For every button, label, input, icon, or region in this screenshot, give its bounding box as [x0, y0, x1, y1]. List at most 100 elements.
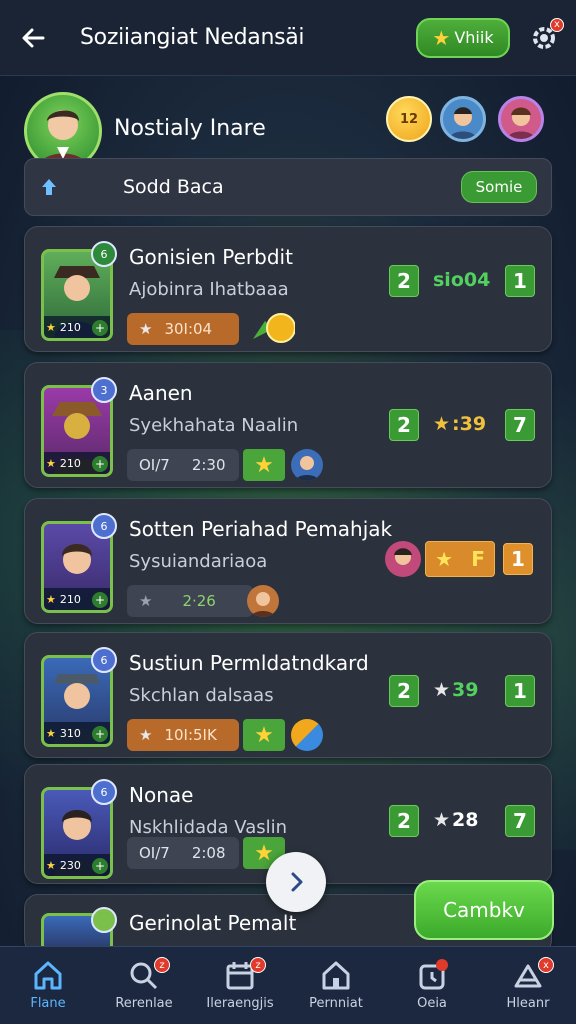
card-subtitle: Sysuiandariaoa — [129, 551, 268, 572]
count-left: 2 — [389, 265, 419, 297]
score-value: 39 — [452, 679, 479, 701]
count-right: 1 — [505, 265, 535, 297]
nav-label: Rerenlae — [115, 996, 173, 1011]
star-icon: ★ — [433, 679, 451, 701]
timer-value: 10I:5IK — [164, 726, 217, 744]
rank-badge: 6 — [91, 513, 117, 539]
nav-label: Flane — [30, 996, 66, 1011]
nav-item-trophy[interactable]: x Hleanr — [480, 947, 576, 1024]
count-right: 1 — [503, 543, 533, 575]
star-icon: ★ — [433, 809, 451, 831]
social-button[interactable]: Somie — [461, 171, 537, 203]
star-box: ★ — [243, 449, 285, 481]
timer-value: 2:08 — [191, 844, 226, 862]
vip-label: Vhiik — [454, 28, 494, 47]
nav-item-house[interactable]: Pernniat — [288, 947, 384, 1024]
list-item[interactable]: ★ 210 + 3 Aanen Syekhahata Naalin OI/7 2:… — [24, 362, 552, 488]
coin-badge[interactable]: 12 — [386, 96, 432, 142]
top-bar: Soziiangiat Nedansäi ★ Vhiik x — [0, 0, 576, 76]
card-subtitle: Syekhahata Naalin — [129, 415, 299, 436]
nav-label: Oeia — [417, 996, 447, 1011]
friend-avatar-2[interactable] — [498, 96, 544, 142]
timer-value: 30I:04 — [164, 320, 213, 338]
pin-icon — [42, 179, 56, 195]
card-title: Sotten Periahad Pemahjak — [129, 517, 393, 541]
social-label: Sodd Baca — [123, 176, 224, 198]
timer-pill: ★ 30I:04 — [127, 313, 239, 345]
nav-badge: x — [538, 957, 554, 973]
nav-dot — [436, 959, 448, 971]
rank-badge: 6 — [91, 241, 117, 267]
orb-icon — [291, 719, 323, 751]
friend-avatar-1[interactable] — [440, 96, 486, 142]
gold-coin-icon — [251, 311, 296, 345]
star-icon: ★ — [46, 726, 56, 740]
card-subtitle: Nskhlidada Vaslin — [129, 817, 288, 838]
plus-icon: + — [92, 456, 108, 472]
cta-button[interactable]: Cambkv — [414, 880, 554, 940]
rank-badge: 6 — [91, 779, 117, 805]
card-title: Gonisien Perbdit — [129, 245, 293, 269]
card-title: Sustiun Permldatndkard — [129, 651, 369, 675]
mini-avatar — [291, 449, 323, 481]
card-title: Gerinolat Pemalt — [129, 911, 297, 935]
score-display: ★ 39 — [433, 679, 479, 701]
count-left: 2 — [389, 409, 419, 441]
timer-pill: ★ 2·26 — [127, 585, 253, 617]
star-icon: ★ — [46, 320, 56, 334]
player-level: 310 — [59, 726, 81, 740]
settings-button[interactable]: x — [526, 17, 564, 56]
score-display: ★ 28 — [433, 809, 479, 831]
timer-label: OI/7 — [139, 456, 170, 474]
page-title: Soziiangiat Nedansäi — [80, 25, 305, 50]
star-icon: ★ — [139, 726, 153, 744]
nav-item-alarm[interactable]: Oeia — [384, 947, 480, 1024]
back-button[interactable] — [16, 21, 50, 55]
star-icon: ★ — [139, 320, 153, 338]
back-arrow-icon — [22, 28, 45, 47]
star-box: ★ — [243, 719, 285, 751]
chevron-right-icon — [291, 872, 303, 892]
nav-label: Ileraengjis — [206, 996, 274, 1011]
nav-item-search[interactable]: z Rerenlae — [96, 947, 192, 1024]
timer-pill: ★ 10I:5IK — [127, 719, 239, 751]
star-icon: ★ — [433, 413, 451, 435]
next-button[interactable] — [266, 852, 326, 912]
nav-item-calendar[interactable]: z Ileraengjis — [192, 947, 288, 1024]
plus-icon: + — [92, 592, 108, 608]
timer-value: 2·26 — [182, 592, 216, 610]
player-level: 230 — [59, 858, 81, 872]
card-subtitle: Skchlan dalsaas — [129, 685, 274, 706]
star-icon: ★ — [435, 547, 454, 571]
bottom-nav: Flane z Rerenlae z Ileraengjis Pernniat … — [0, 946, 576, 1024]
profile-name: Nostialy Inare — [114, 116, 266, 141]
rank-badge: 6 — [91, 647, 117, 673]
count-right: 7 — [505, 409, 535, 441]
score-display: ★:39 — [433, 413, 486, 435]
vip-button[interactable]: ★ Vhiik — [416, 17, 510, 58]
plus-icon: + — [92, 726, 108, 742]
player-level: 210 — [59, 320, 81, 334]
nav-badge: z — [250, 957, 266, 973]
timer-value: 2:30 — [191, 456, 226, 474]
list-item[interactable]: ★ 310 + 6 Sustiun Permldatndkard Skchlan … — [24, 632, 552, 758]
count-left: 2 — [389, 805, 419, 837]
nav-item-home[interactable]: Flane — [0, 947, 96, 1024]
timer-label: OI/7 — [139, 844, 170, 862]
card-subtitle: Ajobinra Ihatbaaa — [129, 279, 289, 300]
settings-badge: x — [550, 17, 564, 32]
list-item[interactable]: ★ 210 + 6 Sotten Periahad Pemahjak Sysuia… — [24, 498, 552, 624]
count-right: 1 — [505, 675, 535, 707]
star-icon: ★ — [254, 452, 274, 478]
rank-badge: 3 — [91, 377, 117, 403]
star-icon: ★ — [46, 456, 56, 470]
star-icon: ★ — [46, 592, 56, 606]
list-item[interactable]: ★ 210 + 6 Gonisien Perbdit Ajobinra Ihatb… — [24, 226, 552, 352]
card-title: Nonae — [129, 783, 194, 807]
score-value: :39 — [452, 413, 487, 435]
plus-icon: + — [92, 858, 108, 874]
nav-label: Pernniat — [309, 996, 363, 1011]
star-icon: ★ — [254, 722, 274, 748]
star-icon: ★ — [254, 840, 274, 866]
reward-bar: ★ F — [425, 541, 495, 577]
